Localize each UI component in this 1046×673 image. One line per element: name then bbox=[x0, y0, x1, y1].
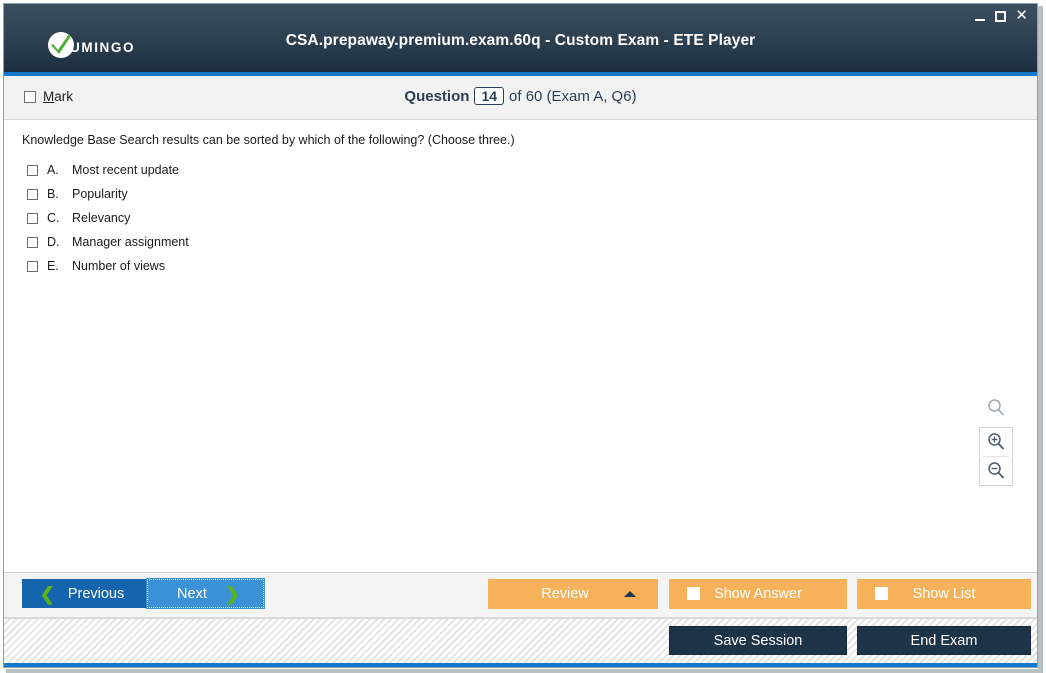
answer-text-d: Manager assignment bbox=[72, 235, 189, 249]
previous-button[interactable]: ❮ Previous bbox=[22, 579, 146, 608]
window-shadow-bottom bbox=[6, 669, 1043, 673]
answer-text-a: Most recent update bbox=[72, 163, 180, 177]
previous-button-label: Previous bbox=[67, 585, 125, 602]
answer-checkbox-c[interactable] bbox=[27, 212, 38, 224]
end-exam-label: End Exam bbox=[910, 632, 978, 649]
answer-option-e[interactable]: E. Number of views bbox=[27, 254, 189, 278]
show-list-button-label: Show List bbox=[912, 586, 976, 602]
answer-checkbox-b[interactable] bbox=[27, 188, 38, 200]
next-button[interactable]: Next ❯ bbox=[146, 578, 265, 609]
question-header-bar: Mark Question 14 of 60 (Exam A, Q6) bbox=[4, 76, 1037, 120]
navigation-toolbar: ❮ Previous Next ❯ Review Show Answer Sho… bbox=[4, 573, 1037, 618]
zoom-button-group bbox=[979, 427, 1013, 486]
answer-options-list: A. Most recent update B. Popularity C. R… bbox=[27, 158, 189, 278]
review-button-label: Review bbox=[541, 586, 589, 602]
end-exam-button[interactable]: End Exam bbox=[857, 626, 1031, 655]
zoom-out-icon[interactable] bbox=[979, 457, 1013, 485]
answer-letter-d: D. bbox=[47, 235, 60, 249]
window-shadow-right bbox=[1038, 6, 1043, 670]
answer-text-b: Popularity bbox=[72, 187, 128, 201]
answer-option-c[interactable]: C. Relevancy bbox=[27, 206, 189, 230]
show-answer-button-label: Show Answer bbox=[714, 586, 802, 602]
show-answer-button[interactable]: Show Answer bbox=[669, 579, 847, 609]
maximize-icon[interactable] bbox=[995, 11, 1007, 22]
magnifier-icon[interactable] bbox=[986, 398, 1006, 423]
answer-letter-a: A. bbox=[47, 163, 59, 177]
save-session-button[interactable]: Save Session bbox=[669, 626, 847, 655]
answer-checkbox-d[interactable] bbox=[27, 236, 38, 248]
checkbox-square-icon bbox=[875, 587, 888, 600]
zoom-controls bbox=[979, 398, 1013, 486]
zoom-in-icon[interactable] bbox=[979, 428, 1013, 456]
title-bar: UMINGO CSA.prepaway.premium.exam.60q - C… bbox=[4, 4, 1037, 76]
answer-text-c: Relevancy bbox=[72, 211, 131, 225]
answer-checkbox-a[interactable] bbox=[27, 164, 38, 176]
question-label: Question bbox=[404, 88, 470, 105]
chevron-up-icon bbox=[624, 591, 636, 597]
close-icon[interactable]: ✕ bbox=[1015, 8, 1028, 23]
answer-option-d[interactable]: D. Manager assignment bbox=[27, 230, 189, 254]
answer-checkbox-e[interactable] bbox=[27, 260, 38, 272]
minimize-icon[interactable] bbox=[975, 10, 986, 23]
answer-option-b[interactable]: B. Popularity bbox=[27, 182, 189, 206]
show-list-button[interactable]: Show List bbox=[857, 579, 1031, 609]
answer-letter-c: C. bbox=[47, 211, 60, 225]
question-text: Knowledge Base Search results can be sor… bbox=[22, 133, 515, 147]
status-bar: Save Session End Exam bbox=[4, 618, 1037, 667]
checkbox-square-icon bbox=[687, 587, 700, 600]
answer-option-a[interactable]: A. Most recent update bbox=[27, 158, 189, 182]
question-number-field[interactable]: 14 bbox=[474, 87, 505, 105]
question-counter: Question 14 of 60 (Exam A, Q6) bbox=[4, 87, 1037, 105]
window-controls: ✕ bbox=[975, 8, 1028, 23]
window-title: CSA.prepaway.premium.exam.60q - Custom E… bbox=[285, 32, 756, 49]
question-content-area: Knowledge Base Search results can be sor… bbox=[4, 120, 1037, 573]
answer-letter-e: E. bbox=[47, 259, 59, 273]
ete-player-window: UMINGO CSA.prepaway.premium.exam.60q - C… bbox=[3, 3, 1038, 668]
answer-letter-b: B. bbox=[47, 187, 59, 201]
review-button[interactable]: Review bbox=[488, 579, 658, 609]
save-session-label: Save Session bbox=[713, 632, 803, 649]
question-total-label: of 60 (Exam A, Q6) bbox=[509, 88, 637, 105]
chevron-right-icon: ❯ bbox=[224, 583, 240, 604]
chevron-left-icon: ❮ bbox=[39, 583, 55, 604]
next-button-label: Next bbox=[177, 585, 207, 602]
answer-text-e: Number of views bbox=[72, 259, 166, 273]
